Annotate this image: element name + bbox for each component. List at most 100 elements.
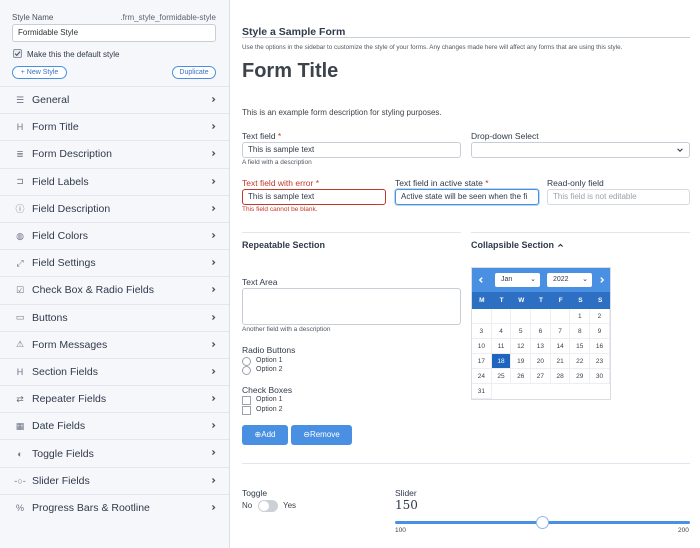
form-description: This is an example form description for …: [242, 108, 442, 117]
calendar-day[interactable]: 13: [531, 339, 551, 354]
sidebar-item-field-colors[interactable]: ◍ Field Colors: [0, 221, 229, 249]
toggle-icon: ◐: [17, 448, 23, 459]
sidebar-item-repeater-fields[interactable]: ⇄ Repeater Fields: [0, 385, 229, 412]
collapsible-section-heading[interactable]: Collapsible Section: [471, 240, 564, 250]
calendar-day[interactable]: 10: [472, 339, 492, 354]
weekday-label: F: [558, 297, 563, 304]
calendar-day[interactable]: 2: [590, 309, 610, 324]
weekday-label: S: [598, 297, 603, 304]
calendar-day[interactable]: 24: [472, 369, 492, 384]
palette-icon: ◍: [16, 230, 24, 241]
sidebar-item-general[interactable]: ☰ General: [0, 86, 229, 113]
checkbox-option-1[interactable]: [242, 396, 251, 405]
radio-option-2[interactable]: [242, 366, 251, 375]
calendar-day[interactable]: 5: [511, 324, 532, 339]
warning-icon: ⚠: [15, 339, 25, 350]
sidebar-item-date-fields[interactable]: ▦ Date Fields: [0, 412, 229, 439]
calendar-day[interactable]: 15: [570, 339, 591, 354]
calendar-day[interactable]: 31: [472, 384, 492, 399]
slider-icon: -○-: [14, 475, 26, 486]
toggle-switch[interactable]: [258, 500, 278, 512]
calendar-day[interactable]: 4: [491, 324, 512, 339]
calendar-day[interactable]: 6: [531, 324, 551, 339]
calendar-day[interactable]: 27: [531, 369, 551, 384]
weekday-label: T: [499, 297, 504, 304]
calendar-day[interactable]: 16: [590, 339, 610, 354]
sidebar-item-check-box-radio-fields[interactable]: ☑ Check Box & Radio Fields: [0, 276, 229, 303]
calendar-day[interactable]: 28: [550, 369, 571, 384]
style-name-input[interactable]: Formidable Style: [12, 24, 216, 42]
error-field-input[interactable]: This is sample text: [242, 189, 386, 205]
text-field-description: A field with a description: [242, 159, 312, 166]
year-select[interactable]: 2022 ⌄: [547, 273, 592, 287]
sidebar-item-field-labels[interactable]: ⊐ Field Labels: [0, 167, 229, 195]
chevron-down-icon: [677, 148, 683, 152]
add-row-button[interactable]: ⊕Add: [242, 425, 288, 445]
calendar-day[interactable]: 26: [511, 369, 532, 384]
calendar-day[interactable]: 1: [570, 309, 591, 324]
repeatable-section-heading: Repeatable Section: [242, 240, 326, 250]
sidebar-item-slider-fields[interactable]: -○- Slider Fields: [0, 466, 229, 494]
textarea-input[interactable]: [242, 288, 461, 325]
calendar-day[interactable]: 19: [511, 354, 532, 369]
slider-thumb[interactable]: [536, 516, 549, 529]
month-select[interactable]: Jan ⌄: [495, 273, 540, 287]
calendar-day[interactable]: 12: [511, 339, 532, 354]
calendar-day[interactable]: 25: [491, 369, 512, 384]
date-picker-calendar: Jan ⌄ 2022 ⌄ MTWTFSS 1 2 3 4 5 6 7 8 9 10 11 12 13 14…: [471, 267, 611, 400]
calendar-day[interactable]: 29: [570, 369, 591, 384]
next-month-icon[interactable]: [598, 276, 606, 284]
sidebar-item-label: Check Box & Radio Fields: [32, 284, 154, 297]
slider-track[interactable]: [395, 516, 690, 529]
active-field-label: Text field in active state *: [395, 178, 489, 188]
calendar-day[interactable]: 11: [491, 339, 512, 354]
prev-month-icon[interactable]: [477, 276, 485, 284]
sidebar-item-label: Progress Bars & Rootline: [32, 501, 150, 514]
required-marker: *: [277, 131, 282, 141]
calendar-day[interactable]: 3: [472, 324, 492, 339]
sidebar-item-field-description[interactable]: ⓘ Field Description: [0, 194, 229, 222]
dropdown-select[interactable]: [471, 142, 690, 158]
text-field-input[interactable]: This is sample text: [242, 142, 461, 158]
chevron-right-icon: [210, 95, 217, 105]
calendar-day[interactable]: 17: [472, 354, 492, 369]
calendar-day[interactable]: 7: [550, 324, 571, 339]
readonly-field-input: This field is not editable: [547, 189, 690, 205]
info-icon: ⓘ: [15, 204, 25, 215]
radio-option-1-label: Option 1: [256, 357, 283, 364]
checkbox-option-2[interactable]: [242, 406, 251, 415]
sidebar-item-buttons[interactable]: ▭ Buttons: [0, 303, 229, 331]
calendar-day[interactable]: 22: [570, 354, 591, 369]
calendar-blank: [491, 309, 512, 324]
form-title: Form Title: [242, 60, 339, 82]
default-style-label: Make this the default style: [27, 50, 120, 59]
toggle-knob: [259, 501, 269, 511]
calendar-day[interactable]: 30: [590, 369, 610, 384]
default-style-checkbox[interactable]: [13, 49, 22, 58]
style-sidebar: Style Name .frm_style_formidable-style F…: [0, 0, 230, 548]
calendar-day[interactable]: 8: [570, 324, 591, 339]
error-field-label-text: Text field with error: [242, 178, 314, 188]
calendar-day-selected[interactable]: 18: [491, 354, 512, 369]
calendar-day[interactable]: 9: [590, 324, 610, 339]
sidebar-item-form-title[interactable]: H Form Title: [0, 113, 229, 140]
sidebar-item-section-fields[interactable]: H Section Fields: [0, 357, 229, 385]
sidebar-item-form-description[interactable]: ≣ Form Description: [0, 140, 229, 167]
sidebar-item-form-messages[interactable]: ⚠ Form Messages: [0, 330, 229, 358]
sidebar-item-field-settings[interactable]: ⤢ Field Settings: [0, 249, 229, 276]
calendar-day[interactable]: 23: [590, 354, 610, 369]
new-style-button[interactable]: + New Style: [12, 66, 67, 79]
duplicate-button[interactable]: Duplicate: [172, 66, 216, 79]
weekday-label: S: [578, 297, 583, 304]
sidebar-item-toggle-fields[interactable]: ◐ Toggle Fields: [0, 439, 229, 466]
calendar-day[interactable]: 14: [550, 339, 571, 354]
sidebar-item-progress-bars-rootline[interactable]: % Progress Bars & Rootline: [0, 493, 229, 521]
active-field-input[interactable]: Active state will be seen when the fi: [395, 189, 539, 205]
radio-option-1[interactable]: [242, 357, 251, 366]
calendar-day[interactable]: 20: [531, 354, 551, 369]
preview-intro: Use the options in the sidebar to custom…: [242, 44, 623, 51]
remove-row-button[interactable]: ⊖Remove: [291, 425, 352, 445]
calendar-day[interactable]: 21: [550, 354, 571, 369]
chevron-right-icon: [210, 204, 217, 214]
weekday-label: W: [518, 297, 525, 304]
